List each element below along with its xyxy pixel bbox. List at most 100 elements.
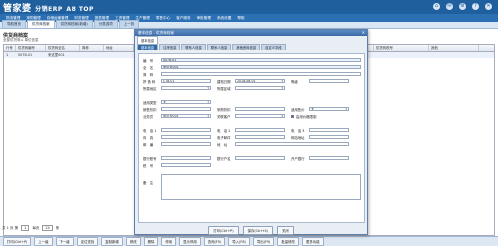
query-button[interactable]: 查询(F5) <box>203 237 226 246</box>
logo-sub-text: 分销ERP <box>35 6 63 13</box>
tel2-field[interactable] <box>235 128 285 132</box>
import-button[interactable]: 导入(F8) <box>228 237 250 246</box>
code-field[interactable]: 0078-01 <box>161 58 361 62</box>
pager: 共 1 页 第 1 每页 24 条 <box>2 225 59 231</box>
email-field[interactable] <box>235 135 285 139</box>
staff-field[interactable]: 来这里001 <box>161 114 211 118</box>
tab-contacts[interactable]: 联系人信息 <box>181 44 206 50</box>
menu-item[interactable]: 零售中心 <box>153 16 173 21</box>
type-select[interactable]: 无 <box>161 100 211 104</box>
region-label: 所属区域 <box>217 87 231 91</box>
tab-basic-info[interactable]: 基本信息 <box>137 36 159 44</box>
breadcrumb: 全部供货商 ▸ 单位信息 <box>3 38 39 42</box>
page-size-input[interactable]: 24 <box>42 225 53 231</box>
page-size-unit: 条 <box>55 225 60 230</box>
close-icon[interactable]: ✕ <box>485 3 492 10</box>
tel3-field[interactable] <box>309 128 349 132</box>
supplier-edit-dialog: 基本信息 - 供货商档案 ✕ 基本信息 基本信息 往来信息 联系人信息 联系人信… <box>134 29 368 235</box>
bank-account-label: 银行账号 <box>143 157 157 161</box>
dialog-top-tabs: 基本信息 <box>135 36 367 44</box>
tax-field[interactable] <box>161 163 211 167</box>
delete-button[interactable]: 删除 <box>143 237 159 246</box>
menu-item[interactable]: 帮助 <box>234 16 247 21</box>
settings-icon[interactable]: ⚙ <box>459 3 466 10</box>
tel1-label: 电 话 1 <box>143 129 157 133</box>
price-label: 适用售价 <box>291 108 305 112</box>
column-header[interactable]: 供货商编号 <box>16 45 46 51</box>
page-size-label: 每页 <box>32 225 40 230</box>
export-button[interactable]: 导出(F9) <box>252 237 275 246</box>
dialog-footer: 打印(Ctrl+P) 保存(Ctrl+S) 关闭 <box>135 226 367 235</box>
column-header[interactable]: 供货商全名 <box>46 45 80 51</box>
zip-field[interactable] <box>161 142 211 146</box>
column-header[interactable]: 简称 <box>80 45 104 51</box>
bottom-toolbar: 打印(Ctrl+P) 上一级 下一级 定位查找 复制新增 修改 删除 停用 显示… <box>0 236 498 246</box>
price-limit-checkbox[interactable] <box>291 114 294 118</box>
bank-account-field[interactable] <box>161 156 211 160</box>
copy-new-button[interactable]: 复制新增 <box>101 237 123 246</box>
tab-home[interactable]: 导航首页 <box>2 20 26 28</box>
child-level-button[interactable]: 下一级 <box>55 237 74 246</box>
tab-supplier[interactable]: 供货商档案 <box>27 20 55 28</box>
dialog-titlebar[interactable]: 基本信息 - 供货商档案 ✕ <box>135 30 367 36</box>
tab-transactions[interactable]: 往来信息 <box>159 44 181 50</box>
type-label: 适用类型 <box>143 101 157 105</box>
bank-holder-field[interactable] <box>235 156 285 160</box>
rank-field[interactable] <box>309 79 349 83</box>
tab-contacts-2[interactable]: 联系人信息 <box>206 44 232 50</box>
sales-discount-label: 销售折扣 <box>143 108 157 112</box>
menu-item[interactable]: 系统设置 <box>214 16 234 21</box>
fax-field[interactable] <box>161 135 211 139</box>
tab-category[interactable]: 分类选项 <box>93 20 118 28</box>
tab-supplier-new[interactable]: 供货商档案(新增) <box>55 20 93 28</box>
menu-item[interactable]: 客户服务 <box>173 16 193 21</box>
dialog-save-button[interactable]: 保存(Ctrl+S) <box>242 226 274 235</box>
tab-prev[interactable]: 上一张 <box>118 20 140 28</box>
batch-edit-button[interactable]: 批量修改 <box>277 237 299 246</box>
short-name-field[interactable] <box>161 72 361 76</box>
column-header[interactable]: 供货商税号 <box>374 45 429 51</box>
price-select[interactable]: 无 <box>309 107 349 111</box>
parent-level-button[interactable]: 上一级 <box>34 237 53 246</box>
column-header[interactable]: 行号 <box>4 45 16 51</box>
sales-discount-field[interactable] <box>161 107 211 111</box>
website-field[interactable] <box>309 135 349 139</box>
home-icon[interactable]: ⌂ <box>433 3 440 10</box>
cell-code: 0078-01 <box>18 53 33 57</box>
name-field[interactable]: 来这里001 <box>161 65 361 69</box>
dept-field[interactable] <box>235 114 285 118</box>
date-field[interactable]: 2018-08-01 <box>235 79 285 83</box>
bank-name-field[interactable] <box>309 156 349 160</box>
page-number-input[interactable]: 1 <box>21 225 30 231</box>
column-header[interactable]: 地址 <box>104 45 134 51</box>
rank-label: 等级 <box>291 80 298 84</box>
dialog-print-button[interactable]: 打印(Ctrl+P) <box>208 226 239 235</box>
menu-item[interactable]: 审批管理 <box>194 16 214 21</box>
region-field[interactable] <box>161 86 211 90</box>
close-icon[interactable]: ✕ <box>362 30 365 36</box>
mail-icon[interactable]: ✉ <box>446 3 453 10</box>
tel3-label: 电 话 3 <box>291 129 305 133</box>
edit-button[interactable]: 修改 <box>125 237 141 246</box>
staff-label: 业务员 <box>143 115 154 119</box>
tab-other[interactable]: 其他资料信息 <box>232 44 261 50</box>
column-header[interactable]: 其他 <box>429 45 479 51</box>
memo-textarea[interactable] <box>161 174 361 200</box>
more-functions-button[interactable]: 更多功能 <box>301 237 324 246</box>
tel1-field[interactable] <box>161 128 211 132</box>
show-disabled-button[interactable]: 显示停用 <box>179 237 201 246</box>
address-field[interactable] <box>235 142 349 146</box>
help-icon[interactable]: ? <box>472 3 479 10</box>
pager-label: 共 1 页 第 <box>2 225 19 230</box>
tab-custom[interactable]: 自定义字段 <box>261 44 286 50</box>
tab-basic[interactable]: 基本信息 <box>137 44 159 50</box>
print-button[interactable]: 打印(Ctrl+P) <box>3 237 32 246</box>
area-field[interactable]: C78-01 <box>161 79 211 83</box>
bank-holder-label: 银行户名 <box>217 157 231 161</box>
locate-button[interactable]: 定位查找 <box>76 237 99 246</box>
purchase-discount-field[interactable] <box>235 107 285 111</box>
dialog-close-button[interactable]: 关闭 <box>277 226 294 235</box>
disable-button[interactable]: 停用 <box>161 237 177 246</box>
status-field[interactable] <box>235 86 285 90</box>
bank-name-label: 开户银行 <box>291 157 305 161</box>
